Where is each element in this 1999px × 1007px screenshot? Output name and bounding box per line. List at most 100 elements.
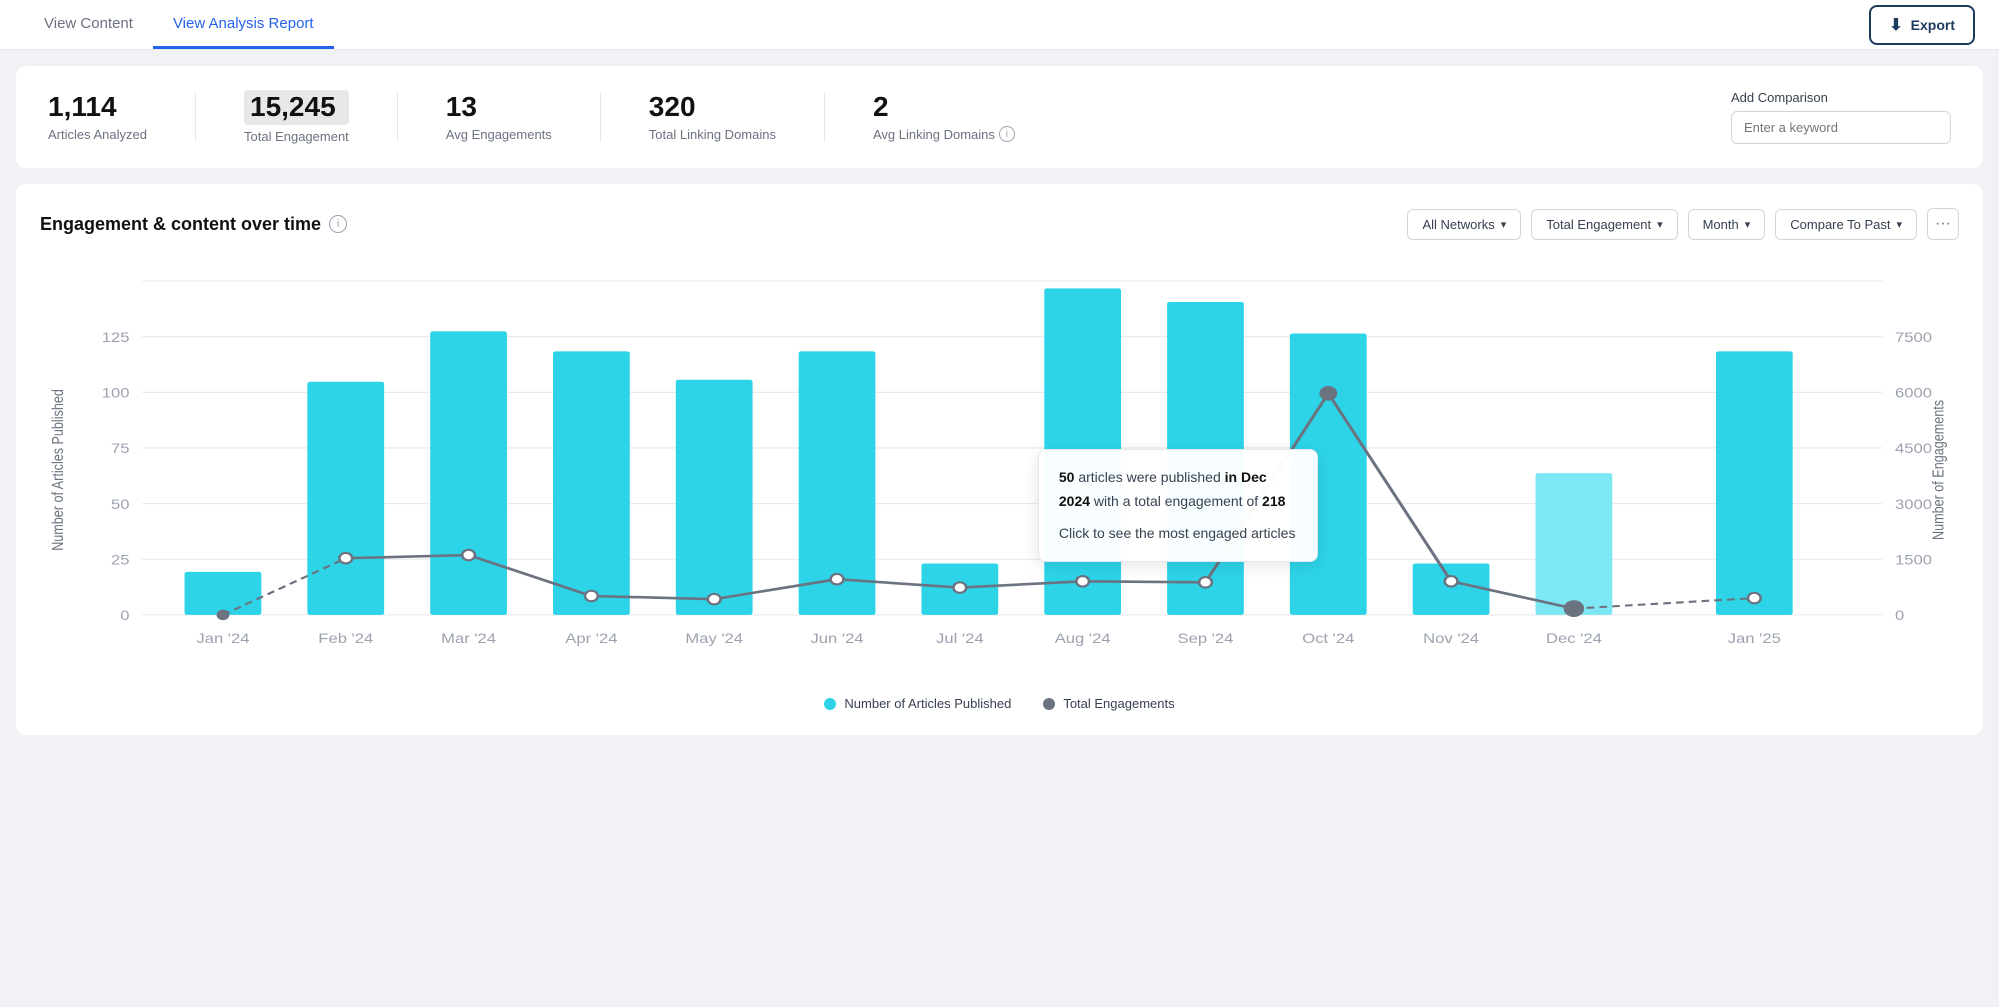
legend-articles-dot: [824, 698, 836, 710]
bar-jan25[interactable]: [1716, 351, 1793, 615]
svg-text:50: 50: [111, 497, 129, 512]
total-engagement-value: 15,245: [244, 90, 349, 125]
datapoint-mar24: [462, 550, 475, 561]
svg-text:6000: 6000: [1895, 386, 1932, 401]
export-button[interactable]: ⬇ Export: [1869, 5, 1975, 45]
svg-text:0: 0: [120, 608, 129, 623]
chart-controls: All Networks ▾ Total Engagement ▾ Month …: [1407, 208, 1959, 240]
svg-text:0: 0: [1895, 608, 1904, 623]
svg-text:Nov '24: Nov '24: [1423, 632, 1479, 647]
tab-view-content[interactable]: View Content: [24, 0, 153, 49]
chart-svg: 0 25 50 75 100 125 0 1500 3000 4500 6000…: [40, 260, 1959, 680]
svg-text:Dec '24: Dec '24: [1546, 632, 1602, 647]
articles-analyzed-label: Articles Analyzed: [48, 127, 147, 142]
bar-oct24[interactable]: [1290, 334, 1367, 615]
avg-engagements-value: 13: [446, 92, 552, 123]
svg-text:3000: 3000: [1895, 497, 1932, 512]
month-chevron-icon: ▾: [1745, 218, 1751, 231]
svg-text:25: 25: [111, 553, 129, 568]
metrics-card: 1,114 Articles Analyzed 15,245 Total Eng…: [16, 66, 1983, 168]
keyword-input[interactable]: [1731, 111, 1951, 144]
nav-tabs: View Content View Analysis Report: [24, 0, 334, 49]
svg-text:1500: 1500: [1895, 553, 1932, 568]
datapoint-aug24: [1076, 576, 1089, 587]
compare-chevron-icon: ▾: [1896, 218, 1902, 231]
datapoint-jan24: [217, 610, 230, 621]
filter-month-button[interactable]: Month ▾: [1688, 209, 1766, 240]
legend-engagements-dot: [1043, 698, 1055, 710]
more-options-button[interactable]: ···: [1927, 208, 1959, 240]
svg-text:Jan '24: Jan '24: [196, 632, 250, 647]
bar-apr24[interactable]: [553, 351, 630, 615]
add-comparison-label: Add Comparison: [1731, 90, 1951, 105]
svg-text:Oct '24: Oct '24: [1302, 632, 1355, 647]
total-engagement-label: Total Engagement: [244, 129, 349, 144]
avg-linking-label: Avg Linking Domains i: [873, 126, 1015, 142]
svg-text:Sep '24: Sep '24: [1178, 632, 1234, 647]
chart-title: Engagement & content over time: [40, 214, 321, 235]
svg-text:4500: 4500: [1895, 442, 1932, 457]
datapoint-sep24: [1199, 577, 1212, 588]
filter-engagement-button[interactable]: Total Engagement ▾: [1531, 209, 1677, 240]
datapoint-oct24: [1319, 386, 1337, 401]
avg-engagements-label: Avg Engagements: [446, 127, 552, 142]
svg-text:Jan '25: Jan '25: [1728, 632, 1781, 647]
legend-articles: Number of Articles Published: [824, 696, 1011, 711]
metric-divider-1: [195, 92, 196, 142]
legend-engagements: Total Engagements: [1043, 696, 1174, 711]
datapoint-nov24: [1445, 576, 1458, 587]
bar-dec24[interactable]: [1536, 473, 1613, 615]
datapoint-dec24[interactable]: [1564, 600, 1584, 617]
metric-avg-engagements: 13 Avg Engagements: [446, 92, 600, 142]
datapoint-may24: [708, 594, 721, 605]
metric-divider-4: [824, 92, 825, 142]
filter-compare-button[interactable]: Compare To Past ▾: [1775, 209, 1917, 240]
metric-total-linking: 320 Total Linking Domains: [649, 92, 824, 142]
tab-view-analysis[interactable]: View Analysis Report: [153, 0, 334, 49]
chart-header: Engagement & content over time i All Net…: [40, 208, 1959, 240]
datapoint-jul24: [953, 582, 966, 593]
networks-chevron-icon: ▾: [1501, 218, 1507, 231]
filter-networks-button[interactable]: All Networks ▾: [1407, 209, 1521, 240]
download-icon: ⬇: [1889, 15, 1902, 35]
bar-aug24[interactable]: [1044, 288, 1121, 615]
chart-legend: Number of Articles Published Total Engag…: [40, 696, 1959, 711]
avg-linking-value: 2: [873, 92, 1015, 123]
chart-card: Engagement & content over time i All Net…: [16, 184, 1983, 735]
bar-jan24[interactable]: [185, 572, 262, 615]
avg-linking-info-icon[interactable]: i: [999, 126, 1015, 142]
svg-text:Apr '24: Apr '24: [565, 632, 618, 647]
svg-text:Jun '24: Jun '24: [810, 632, 864, 647]
metric-divider-2: [397, 92, 398, 142]
engagement-chevron-icon: ▾: [1657, 218, 1663, 231]
total-linking-label: Total Linking Domains: [649, 127, 776, 142]
chart-title-area: Engagement & content over time i: [40, 214, 347, 235]
svg-text:Mar '24: Mar '24: [441, 632, 496, 647]
metric-divider-3: [600, 92, 601, 142]
chart-area: 0 25 50 75 100 125 0 1500 3000 4500 6000…: [40, 260, 1959, 680]
svg-text:Number of Articles Published: Number of Articles Published: [49, 389, 66, 551]
chart-info-icon[interactable]: i: [329, 215, 347, 233]
articles-analyzed-value: 1,114: [48, 92, 147, 123]
svg-text:7500: 7500: [1895, 330, 1932, 345]
bar-may24[interactable]: [676, 380, 753, 615]
datapoint-feb24: [339, 553, 352, 564]
datapoint-apr24: [585, 591, 598, 602]
bar-nov24[interactable]: [1413, 563, 1490, 614]
total-linking-value: 320: [649, 92, 776, 123]
svg-text:Aug '24: Aug '24: [1055, 632, 1111, 647]
metric-total-engagement: 15,245 Total Engagement: [244, 90, 397, 144]
metric-avg-linking: 2 Avg Linking Domains i: [873, 92, 1063, 143]
svg-text:Feb '24: Feb '24: [318, 632, 374, 647]
svg-text:125: 125: [102, 330, 130, 345]
bar-sep24[interactable]: [1167, 302, 1244, 615]
datapoint-jan25: [1748, 593, 1761, 604]
bar-feb24[interactable]: [307, 382, 384, 615]
svg-text:Number of Engagements: Number of Engagements: [1929, 400, 1946, 540]
add-comparison-section: Add Comparison: [1731, 90, 1951, 144]
datapoint-jun24: [831, 574, 844, 585]
svg-text:Jul '24: Jul '24: [936, 632, 984, 647]
bar-mar24[interactable]: [430, 331, 507, 615]
svg-text:75: 75: [111, 442, 129, 457]
svg-text:May '24: May '24: [685, 632, 743, 647]
